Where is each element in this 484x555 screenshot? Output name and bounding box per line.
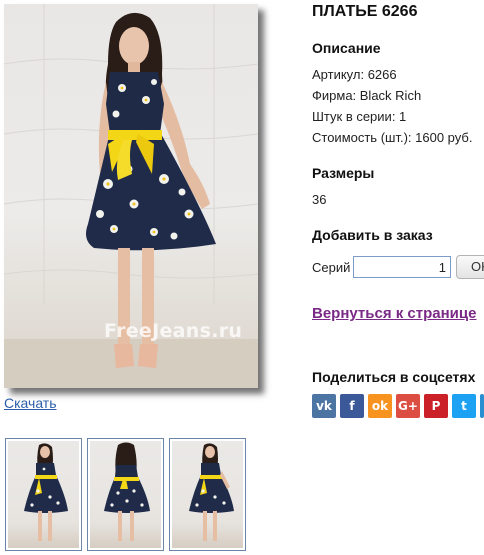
product-title: ПЛАТЬЕ 6266 [312, 3, 418, 20]
pinterest-icon: P [431, 399, 441, 413]
vk-share-button[interactable]: vk [312, 394, 336, 418]
description-heading: Описание [312, 40, 381, 56]
odnoklassniki-share-button[interactable]: ok [368, 394, 392, 418]
twitter-icon: t [461, 399, 467, 413]
article-text: Артикул: 6266 [312, 67, 397, 82]
pieces-text: Штук в серии: 1 [312, 109, 407, 124]
product-main-photo[interactable]: FreeJeans.ru [4, 4, 258, 388]
facebook-share-button[interactable]: f [340, 394, 364, 418]
thumbnail-front-2-image [189, 443, 234, 541]
sizes-heading: Размеры [312, 165, 375, 181]
thumbnail-front-image [24, 443, 68, 541]
order-heading: Добавить в заказ [312, 227, 433, 243]
twitter-share-button[interactable]: t [452, 394, 476, 418]
thumbnail-front[interactable] [5, 438, 82, 551]
brand-text: Фирма: Black Rich [312, 88, 422, 103]
price-text: Стоимость (шт.): 1600 руб. [312, 130, 473, 145]
thumbnail-back[interactable] [87, 438, 164, 551]
series-label: Серий [312, 260, 351, 275]
thumbnail-back-image [104, 442, 150, 541]
more-share-button[interactable] [480, 394, 484, 418]
share-heading: Поделиться в соцсетях [312, 369, 476, 385]
pinterest-share-button[interactable]: P [424, 394, 448, 418]
thumbnail-front-2[interactable] [169, 438, 246, 551]
odnoklassniki-icon: ok [371, 399, 389, 413]
google-plus-share-button[interactable]: G+ [396, 394, 420, 418]
vk-icon: vk [316, 399, 332, 413]
ok-button[interactable]: OK [456, 255, 484, 279]
watermark-text: FreeJeans.ru [104, 320, 243, 342]
download-link[interactable]: Скачать [4, 395, 57, 411]
facebook-icon: f [349, 399, 355, 413]
back-to-page-link[interactable]: Вернуться к странице [312, 305, 476, 322]
google-plus-icon: G+ [398, 399, 418, 413]
sizes-value: 36 [312, 192, 327, 207]
series-quantity-input[interactable] [353, 256, 451, 278]
